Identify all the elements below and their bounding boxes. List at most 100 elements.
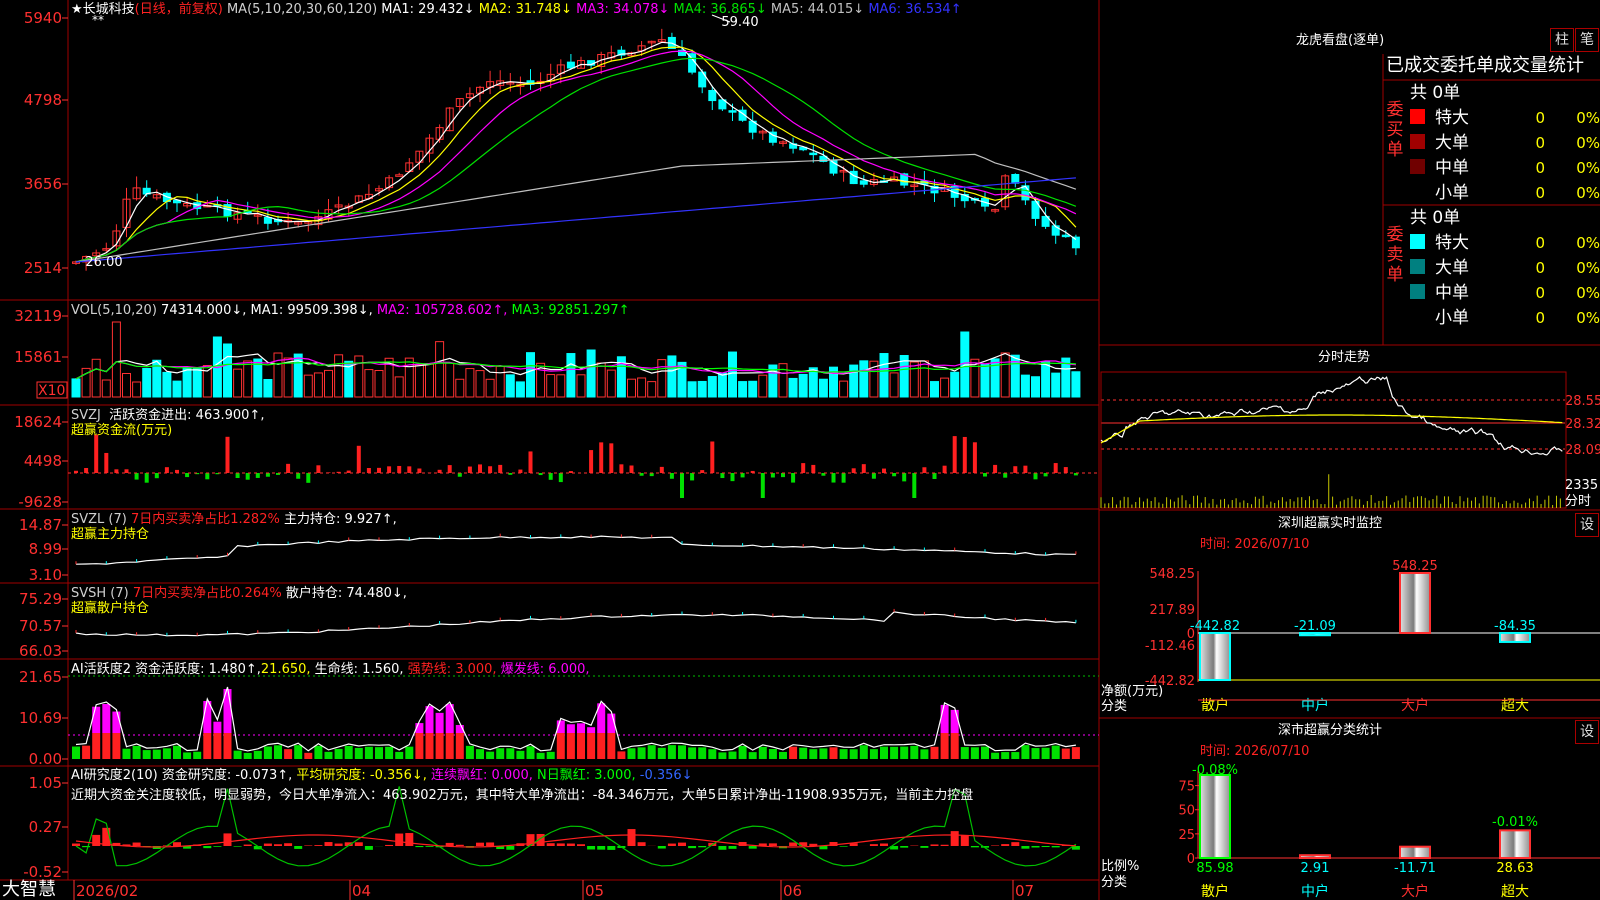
- volume-bar[interactable]: [707, 376, 717, 398]
- fund-flow-bar[interactable]: [447, 465, 452, 473]
- ai-active-bar-green[interactable]: [667, 745, 676, 759]
- ai-active-bar-green[interactable]: [122, 748, 131, 759]
- fund-flow-bar[interactable]: [488, 466, 493, 473]
- research-bar[interactable]: [203, 846, 212, 849]
- volume-bar[interactable]: [1000, 352, 1010, 398]
- research-bar[interactable]: [869, 844, 878, 846]
- volume-bar[interactable]: [556, 374, 566, 398]
- ai-active-bar-green[interactable]: [819, 748, 828, 759]
- volume-bar[interactable]: [354, 355, 364, 398]
- ai-active-bar-green[interactable]: [1041, 747, 1050, 759]
- research-bar[interactable]: [748, 846, 757, 849]
- ai-active-bar-green[interactable]: [869, 749, 878, 759]
- right-side-panels[interactable]: 委买单共 0单特大 0 0%大单 0 0%中单 0 0%小单 0 0%委卖单共 0单特大 0 0%大…: [1100, 83, 1600, 900]
- stats-bar[interactable]: [1299, 854, 1331, 859]
- research-bar[interactable]: [354, 842, 363, 846]
- volume-bar[interactable]: [303, 374, 313, 398]
- fund-flow-bar[interactable]: [922, 467, 927, 473]
- fund-flow-bar[interactable]: [417, 468, 422, 473]
- fund-flow-bar[interactable]: [377, 467, 381, 473]
- ai-active-bar-green[interactable]: [688, 747, 697, 759]
- fund-flow-bar[interactable]: [871, 473, 876, 479]
- research-bar[interactable]: [243, 844, 252, 846]
- volume-bar[interactable]: [919, 360, 929, 398]
- volume-bar[interactable]: [879, 353, 889, 398]
- ai-active-bar-green[interactable]: [748, 752, 757, 759]
- volume-bar[interactable]: [192, 368, 202, 398]
- ai-active-bar-green[interactable]: [657, 747, 666, 759]
- ai-active-bar-red[interactable]: [203, 733, 212, 759]
- ai-active-bar-magenta[interactable]: [92, 706, 101, 733]
- ai-active-bar-green[interactable]: [890, 746, 899, 759]
- candle-body[interactable]: [1061, 234, 1070, 238]
- fund-flow-bar[interactable]: [387, 466, 392, 473]
- volume-bar[interactable]: [687, 381, 697, 398]
- ai-active-bar-green[interactable]: [1031, 748, 1040, 759]
- ai-active-bar-green[interactable]: [546, 751, 555, 759]
- ai-active-bar-red[interactable]: [455, 733, 464, 759]
- ai-active-bar-green[interactable]: [354, 747, 363, 759]
- fund-flow-bar[interactable]: [356, 445, 361, 473]
- ai-active-bar-red[interactable]: [213, 733, 222, 759]
- research-bar[interactable]: [173, 842, 181, 846]
- fund-flow-bar[interactable]: [467, 466, 472, 473]
- fund-flow-bar[interactable]: [770, 473, 775, 478]
- ai-active-bar-green[interactable]: [334, 748, 343, 759]
- ai-active-bar-green[interactable]: [162, 748, 171, 759]
- ai-active-bar-red[interactable]: [415, 733, 424, 759]
- ai-active-bar-red[interactable]: [607, 733, 616, 759]
- ai-active-bar-magenta[interactable]: [950, 709, 959, 733]
- fund-flow-bar[interactable]: [528, 451, 533, 473]
- volume-bar[interactable]: [263, 378, 273, 398]
- volume-bar[interactable]: [980, 364, 990, 398]
- main-canvas[interactable]: 59.4026.00 委买单共 0单特大 0 0%大单 0 0%中单 0 0%小单 0 0%委卖…: [0, 0, 1600, 900]
- volume-bar[interactable]: [364, 369, 374, 398]
- volume-bar[interactable]: [324, 369, 333, 398]
- ai-active-bar-green[interactable]: [991, 752, 1000, 759]
- fund-flow-bar[interactable]: [730, 473, 735, 482]
- volume-bar[interactable]: [404, 357, 414, 398]
- research-bar[interactable]: [506, 846, 515, 850]
- volume-bar[interactable]: [748, 380, 758, 398]
- fund-flow-bar[interactable]: [760, 473, 765, 498]
- ai-active-bar-green[interactable]: [1021, 745, 1030, 759]
- fund-flow-bar[interactable]: [841, 473, 846, 483]
- research-bar[interactable]: [546, 843, 555, 846]
- volume-bar[interactable]: [546, 374, 556, 398]
- volume-bar[interactable]: [425, 363, 434, 398]
- ai-active-bar-green[interactable]: [809, 749, 818, 759]
- ai-active-bar-green[interactable]: [981, 746, 989, 759]
- ai-active-bar-green[interactable]: [364, 746, 373, 759]
- research-bar[interactable]: [425, 846, 434, 847]
- fund-flow-bar[interactable]: [680, 473, 684, 498]
- volume-bar[interactable]: [172, 380, 182, 398]
- ai-active-bar-magenta[interactable]: [112, 711, 121, 733]
- stats-bar[interactable]: [1499, 829, 1531, 860]
- candle-body[interactable]: [1021, 185, 1030, 201]
- research-bar[interactable]: [930, 844, 939, 846]
- fund-flow-bar[interactable]: [255, 473, 260, 478]
- fund-flow-bar[interactable]: [791, 473, 796, 483]
- stats-bar[interactable]: [1399, 845, 1431, 860]
- ai-active-bar-magenta[interactable]: [577, 723, 585, 733]
- ai-active-bar-green[interactable]: [910, 745, 919, 759]
- fund-flow-bar[interactable]: [124, 469, 129, 473]
- research-bar[interactable]: [587, 846, 596, 850]
- volume-bar[interactable]: [738, 381, 748, 398]
- fund-flow-bar[interactable]: [114, 469, 119, 473]
- research-bar[interactable]: [445, 842, 454, 846]
- fund-flow-bar[interactable]: [104, 452, 109, 473]
- ai-active-bar-green[interactable]: [274, 745, 282, 759]
- research-bar[interactable]: [991, 845, 1000, 846]
- ai-active-bar-magenta[interactable]: [213, 721, 222, 733]
- ai-active-bar-green[interactable]: [1001, 752, 1010, 759]
- volume-bar[interactable]: [91, 358, 101, 398]
- research-bar[interactable]: [566, 843, 575, 846]
- volume-bar[interactable]: [586, 349, 596, 398]
- ai-active-bar-red[interactable]: [1071, 747, 1080, 759]
- ai-active-bar-green[interactable]: [839, 749, 848, 759]
- volume-bar[interactable]: [414, 364, 424, 398]
- volume-bar[interactable]: [374, 369, 384, 398]
- fund-flow-bar[interactable]: [235, 473, 240, 479]
- ai-active-bar-green[interactable]: [516, 750, 525, 759]
